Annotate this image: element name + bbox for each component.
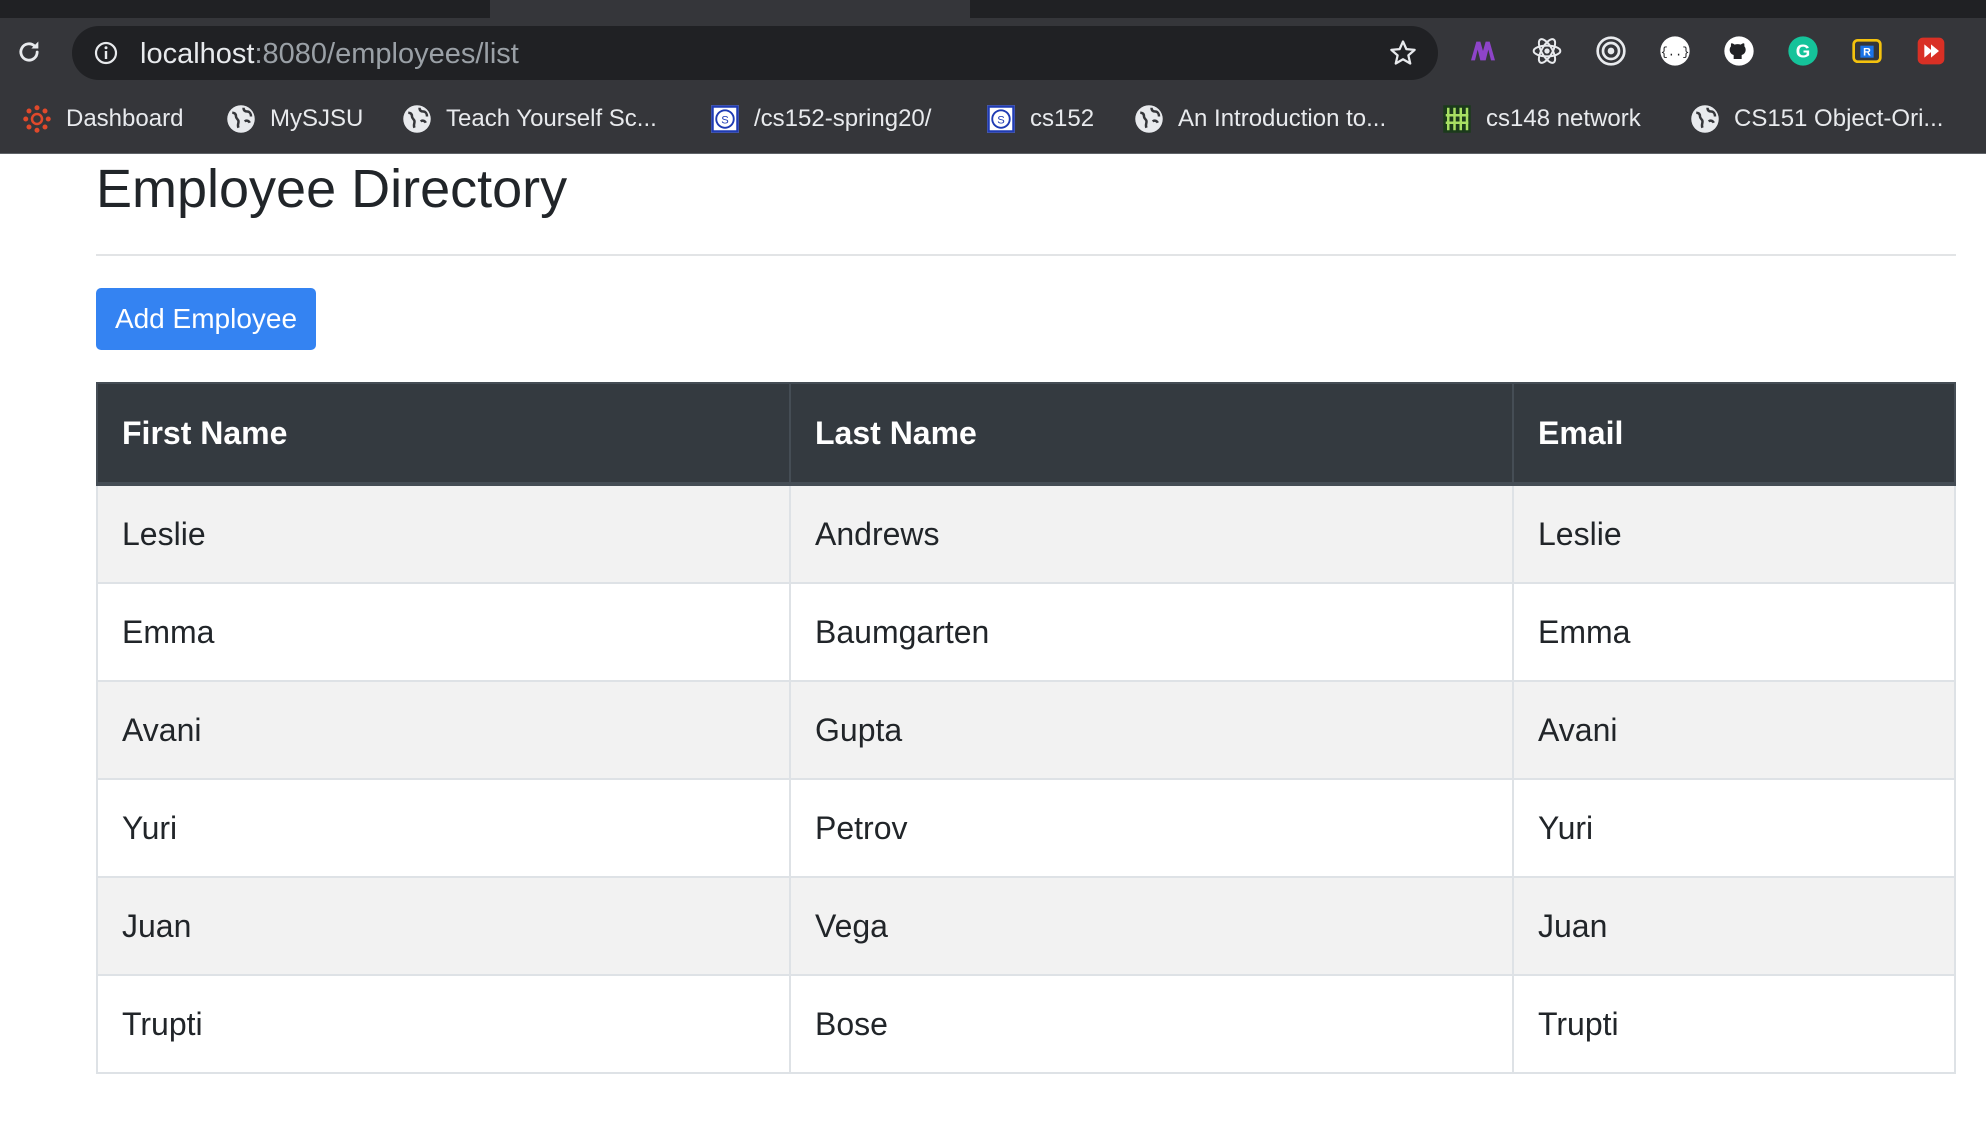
active-tab[interactable] [490, 0, 970, 18]
svg-text:{..}: {..} [1661, 46, 1690, 60]
last-name-cell: Petrov [789, 778, 1514, 878]
svg-text:R: R [1863, 47, 1871, 59]
globe-icon [227, 105, 255, 133]
email-cell: Avani [1512, 680, 1956, 780]
browser-toolbar: localhost:8080/employees/list {..} G R [0, 18, 1986, 84]
grid-icon [1443, 105, 1471, 133]
employee-table: First Name Last Name Email Leslie Andrew… [96, 382, 1956, 1074]
info-icon[interactable] [94, 41, 118, 65]
header-first-name: First Name [96, 382, 791, 486]
bookmark-label: /cs152-spring20/ [754, 105, 932, 132]
bookmark-an-introduction[interactable]: An Introduction to... [1134, 101, 1386, 137]
email-cell: Leslie [1512, 483, 1956, 584]
url-path: :8080/employees/list [254, 38, 519, 70]
github-icon[interactable] [1722, 34, 1756, 68]
table-row: Leslie Andrews Leslie [96, 483, 1956, 584]
bookmark-label: Dashboard [66, 105, 184, 132]
react-icon[interactable] [1530, 34, 1564, 68]
r-extension-icon[interactable]: R [1850, 34, 1884, 68]
table-row: Yuri Petrov Yuri [96, 778, 1956, 878]
svg-text:G: G [1796, 41, 1811, 62]
last-name-cell: Gupta [789, 680, 1514, 780]
last-name-cell: Bose [789, 974, 1514, 1074]
email-cell: Yuri [1512, 778, 1956, 878]
bookmarks-bar: Dashboard MySJSU Teach Yourself Sc... S … [0, 84, 1986, 154]
bookmark-label: cs152 [1030, 105, 1095, 132]
email-cell: Juan [1512, 876, 1956, 976]
first-name-cell: Yuri [96, 778, 791, 878]
svg-text:S: S [721, 114, 729, 126]
first-name-cell: Emma [96, 582, 791, 682]
last-name-cell: Andrews [789, 483, 1514, 584]
last-name-cell: Vega [789, 876, 1514, 976]
first-name-cell: Trupti [96, 974, 791, 1074]
table-row: Emma Baumgarten Emma [96, 582, 1956, 682]
globe-icon [1691, 105, 1719, 133]
email-cell: Emma [1512, 582, 1956, 682]
bookmark-cs152-spring20[interactable]: S /cs152-spring20/ [710, 101, 931, 137]
table-row: Trupti Bose Trupti [96, 974, 1956, 1074]
email-cell: Trupti [1512, 974, 1956, 1074]
address-bar[interactable]: localhost:8080/employees/list [72, 26, 1438, 80]
globe-icon [1135, 105, 1163, 133]
bookmark-label: cs148 network [1486, 105, 1641, 132]
bookmark-label: CS151 Object-Ori... [1734, 105, 1944, 132]
m-extension-icon[interactable] [1466, 34, 1500, 68]
url-text[interactable]: localhost:8080/employees/list [140, 38, 519, 71]
bookmark-label: Teach Yourself Sc... [446, 105, 657, 132]
svg-text:S: S [997, 114, 1005, 126]
page-title: Employee Directory [96, 159, 568, 219]
tab-strip [0, 0, 1986, 18]
first-name-cell: Avani [96, 680, 791, 780]
bookmark-cs152[interactable]: S cs152 [986, 101, 1094, 137]
header-email: Email [1512, 382, 1956, 486]
video-extension-icon[interactable] [1914, 34, 1948, 68]
reload-icon[interactable] [10, 38, 48, 66]
bookmark-star-icon[interactable] [1388, 38, 1418, 68]
bookmark-teach-yourself[interactable]: Teach Yourself Sc... [402, 101, 657, 137]
bookmark-label: MySJSU [270, 105, 364, 132]
table-row: Avani Gupta Avani [96, 680, 1956, 780]
first-name-cell: Juan [96, 876, 791, 976]
bookmark-label: An Introduction to... [1178, 105, 1387, 132]
json-icon[interactable]: {..} [1658, 34, 1692, 68]
canvas-icon [23, 105, 51, 133]
table-header-row: First Name Last Name Email [96, 382, 1956, 486]
table-row: Juan Vega Juan [96, 876, 1956, 976]
target-icon[interactable] [1594, 34, 1628, 68]
divider [96, 254, 1956, 256]
add-employee-button[interactable]: Add Employee [96, 288, 316, 350]
bookmark-cs148-network[interactable]: cs148 network [1442, 101, 1641, 137]
bookmark-mysjsu[interactable]: MySJSU [226, 101, 363, 137]
header-last-name: Last Name [789, 382, 1514, 486]
sjsu-icon: S [711, 105, 739, 133]
last-name-cell: Baumgarten [789, 582, 1514, 682]
first-name-cell: Leslie [96, 483, 791, 584]
globe-icon [403, 105, 431, 133]
bookmark-cs151[interactable]: CS151 Object-Ori... [1690, 101, 1943, 137]
sjsu-icon: S [987, 105, 1015, 133]
grammarly-icon[interactable]: G [1786, 34, 1820, 68]
url-host: localhost [140, 38, 255, 70]
bookmark-dashboard[interactable]: Dashboard [22, 101, 183, 137]
